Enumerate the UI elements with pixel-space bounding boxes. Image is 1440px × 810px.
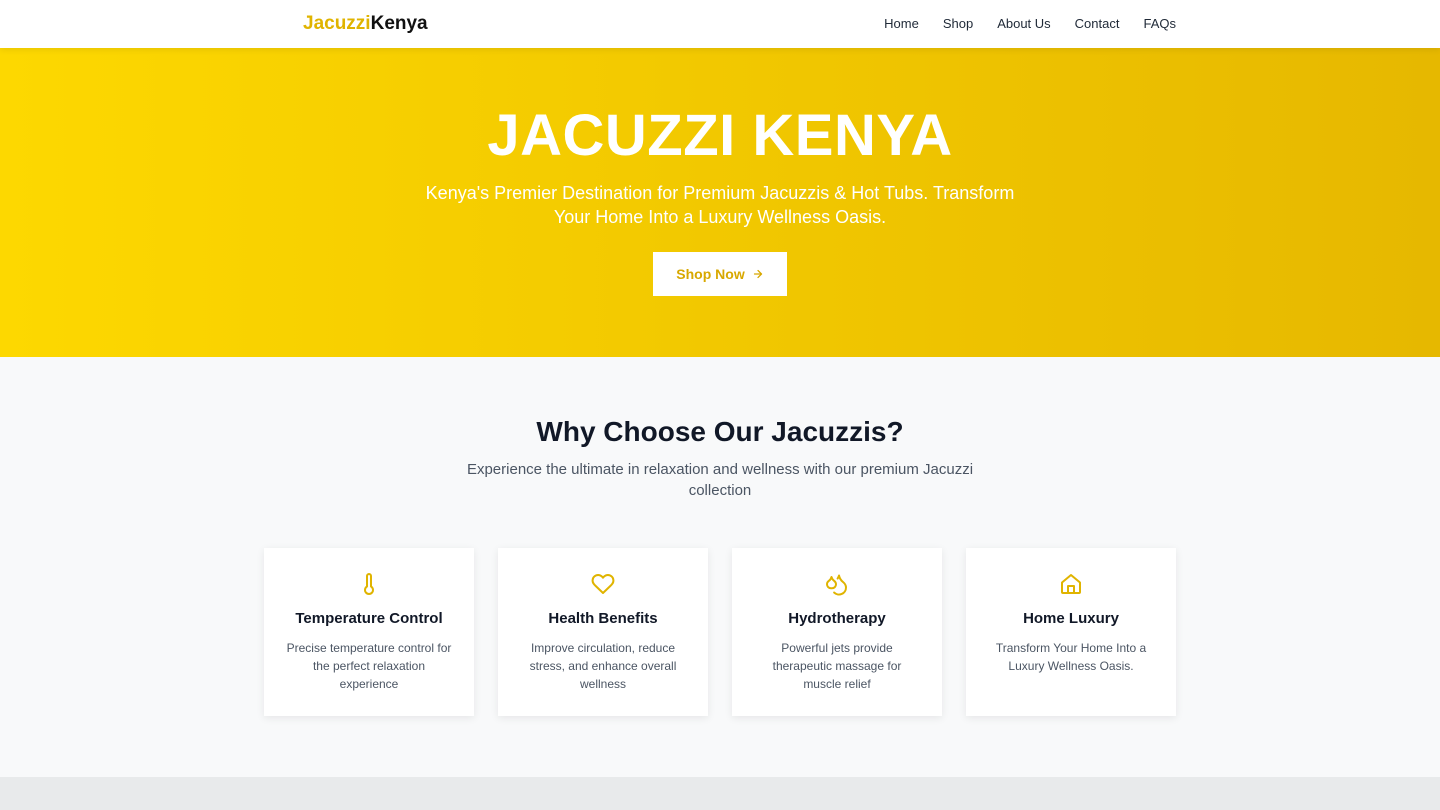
navbar: JacuzziKenya Home Shop About Us Contact … xyxy=(0,0,1440,48)
brand-logo-part2: Kenya xyxy=(370,13,428,34)
feature-card-desc: Transform Your Home Into a Luxury Wellne… xyxy=(995,641,1147,673)
arrow-right-icon xyxy=(752,268,764,280)
feature-card-health-benefits: Health Benefits Improve circulation, red… xyxy=(498,548,708,716)
features-subtitle: Experience the ultimate in relaxation an… xyxy=(466,461,974,499)
feature-card-title: Health Benefits xyxy=(548,610,658,627)
shop-now-label: Shop Now xyxy=(676,266,745,282)
home-icon xyxy=(1059,572,1083,596)
features-section: Why Choose Our Jacuzzis? Experience the … xyxy=(0,357,1440,777)
thermometer-icon xyxy=(357,572,381,596)
heart-icon xyxy=(591,572,615,596)
feature-card-title: Home Luxury xyxy=(1023,610,1119,627)
brand-logo[interactable]: JacuzziKenya xyxy=(303,13,428,35)
feature-card-hydrotherapy: Hydrotherapy Powerful jets provide thera… xyxy=(732,548,942,716)
hero-title: JACUZZI KENYA xyxy=(487,103,953,168)
feature-card-temperature-control: Temperature Control Precise temperature … xyxy=(264,548,474,716)
shop-now-button[interactable]: Shop Now xyxy=(653,252,787,296)
feature-card-home-luxury: Home Luxury Transform Your Home Into a L… xyxy=(966,548,1176,716)
nav-link-faqs[interactable]: FAQs xyxy=(1143,16,1176,32)
feature-card-desc: Powerful jets provide therapeutic massag… xyxy=(772,641,902,691)
feature-card-desc: Improve circulation, reduce stress, and … xyxy=(529,641,677,691)
next-section-band xyxy=(0,777,1440,810)
feature-card-title: Hydrotherapy xyxy=(788,610,886,627)
droplets-icon xyxy=(825,572,849,596)
nav-menu: Home Shop About Us Contact FAQs xyxy=(884,16,1176,32)
hero-section: JACUZZI KENYA Kenya's Premier Destinatio… xyxy=(0,48,1440,357)
feature-card-title: Temperature Control xyxy=(295,610,443,627)
features-title: Why Choose Our Jacuzzis? xyxy=(536,416,904,447)
brand-logo-part1: Jacuzzi xyxy=(303,13,371,34)
nav-link-shop[interactable]: Shop xyxy=(943,16,973,32)
hero-subtitle: Kenya's Premier Destination for Premium … xyxy=(425,183,1015,227)
feature-card-desc: Precise temperature control for the perf… xyxy=(286,641,452,691)
nav-link-about-us[interactable]: About Us xyxy=(997,16,1050,32)
nav-link-home[interactable]: Home xyxy=(884,16,919,32)
nav-link-contact[interactable]: Contact xyxy=(1075,16,1120,32)
